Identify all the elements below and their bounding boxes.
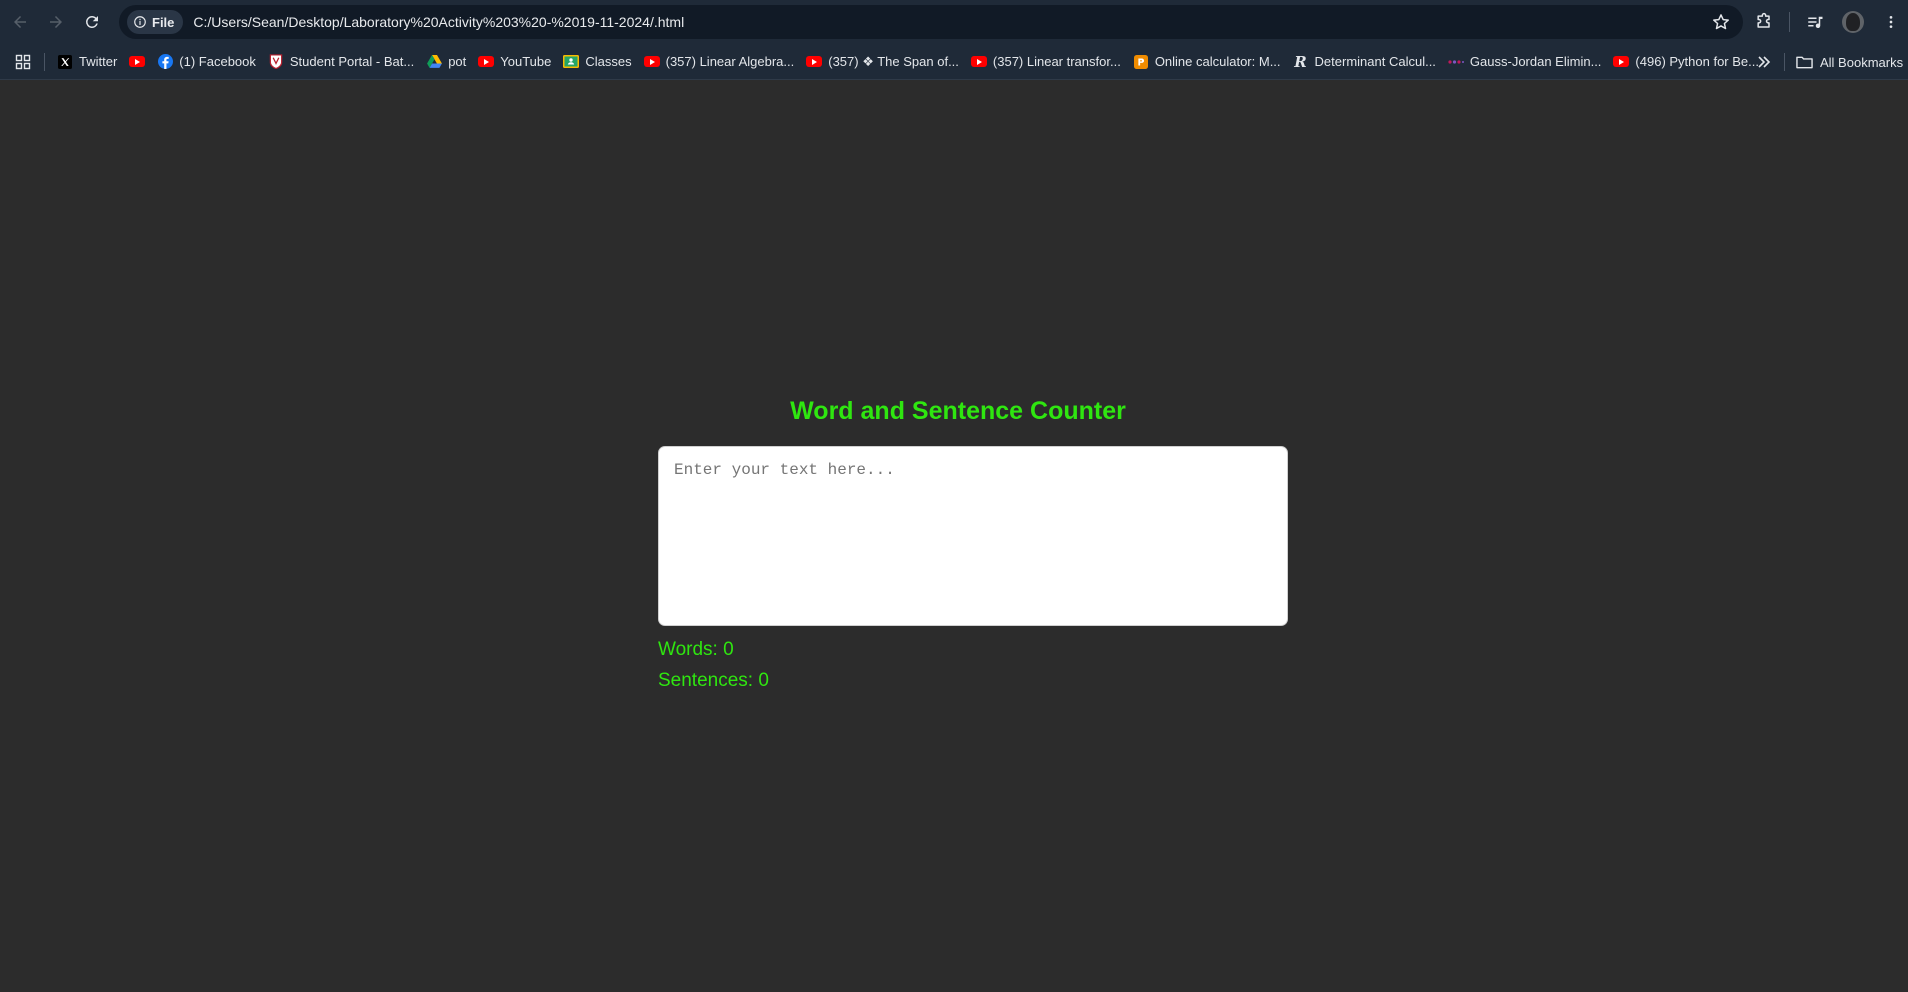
bookmark-item[interactable]: (357) ❖ The Span of... xyxy=(800,48,965,76)
bookmarks-divider xyxy=(44,52,45,71)
more-vertical-icon xyxy=(1889,16,1893,28)
youtube-icon xyxy=(478,54,495,70)
apps-grid-icon xyxy=(15,54,31,69)
page-title: Word and Sentence Counter xyxy=(790,397,1126,425)
back-button[interactable] xyxy=(2,4,38,40)
x-logo-icon xyxy=(57,54,73,70)
bookmark-item[interactable] xyxy=(123,48,151,76)
bookmark-label: (496) Python for Be... xyxy=(1635,54,1759,69)
bookmark-label: YouTube xyxy=(500,54,552,69)
text-input[interactable] xyxy=(658,446,1288,626)
reload-button[interactable] xyxy=(74,4,110,40)
word-count: Words: 0 xyxy=(658,639,734,660)
site-info-chip[interactable]: File xyxy=(127,10,184,34)
bookmark-item[interactable]: R Determinant Calcul... xyxy=(1287,48,1442,76)
google-drive-icon xyxy=(426,54,442,70)
calculator-icon xyxy=(1133,54,1149,70)
bookmark-label: Student Portal - Bat... xyxy=(289,54,415,69)
extensions-button[interactable] xyxy=(1749,7,1779,37)
menu-button[interactable] xyxy=(1876,7,1906,37)
bookmark-label: Determinant Calcul... xyxy=(1314,54,1436,69)
dots-icon xyxy=(1448,54,1464,70)
toolbar-actions xyxy=(1745,0,1908,44)
google-classroom-icon xyxy=(563,54,580,70)
folder-icon xyxy=(1796,56,1813,69)
bookmark-label: (357) Linear transfor... xyxy=(992,54,1121,69)
all-bookmarks-button[interactable]: All Bookmarks xyxy=(1796,48,1903,76)
bookmark-label: Online calculator: M... xyxy=(1154,54,1281,69)
media-controls-button[interactable] xyxy=(1800,7,1830,37)
bookmark-item[interactable]: Student Portal - Bat... xyxy=(262,48,420,76)
portal-shield-icon xyxy=(268,54,284,70)
avatar xyxy=(1842,11,1864,33)
bookmark-item[interactable]: (357) Linear Algebra... xyxy=(638,48,801,76)
site-info-label: File xyxy=(152,14,175,30)
reload-icon xyxy=(86,15,98,28)
youtube-icon xyxy=(970,54,987,70)
address-bar[interactable]: File C:/Users/Sean/Desktop/Laboratory%20… xyxy=(119,5,1743,39)
toolbar-divider xyxy=(1789,12,1790,32)
bookmarks-bar: Twitter (1) Facebook Student Portal - Ba… xyxy=(0,44,1908,80)
bookmark-item[interactable]: Online calculator: M... xyxy=(1127,48,1287,76)
bookmark-label: Twitter xyxy=(79,54,118,69)
info-icon xyxy=(134,16,146,28)
browser-toolbar: File C:/Users/Sean/Desktop/Laboratory%20… xyxy=(0,0,1908,44)
bookmark-item[interactable]: pot xyxy=(420,48,472,76)
sentence-count: Sentences: 0 xyxy=(658,670,769,691)
apps-button[interactable] xyxy=(12,51,34,73)
chevron-double-right-icon xyxy=(1758,56,1771,68)
r-logo-icon: R xyxy=(1294,52,1307,71)
url-text[interactable]: C:/Users/Sean/Desktop/Laboratory%20Activ… xyxy=(193,14,684,30)
bookmark-item[interactable]: YouTube xyxy=(472,48,557,76)
facebook-icon xyxy=(157,54,173,70)
bookmark-item[interactable]: (1) Facebook xyxy=(151,48,262,76)
arrow-left-icon xyxy=(14,16,26,28)
more-bookmarks-button[interactable] xyxy=(1752,48,1776,76)
bookmark-label: pot xyxy=(448,54,467,69)
bookmark-label: Gauss-Jordan Elimin... xyxy=(1469,54,1602,69)
puzzle-icon xyxy=(1757,12,1770,28)
profile-button[interactable] xyxy=(1838,7,1868,37)
bookmark-item[interactable]: Gauss-Jordan Elimin... xyxy=(1442,48,1608,76)
forward-button[interactable] xyxy=(38,4,74,40)
bookmark-label: (357) Linear Algebra... xyxy=(665,54,795,69)
bookmark-star-icon[interactable] xyxy=(1711,12,1731,32)
youtube-icon xyxy=(1613,54,1630,70)
bookmark-item[interactable]: Classes xyxy=(557,48,637,76)
arrow-right-icon xyxy=(50,16,62,28)
all-bookmarks-label: All Bookmarks xyxy=(1820,54,1904,70)
bookmark-label: (1) Facebook xyxy=(179,54,256,69)
media-queue-icon xyxy=(1808,16,1823,29)
bookmarks-divider xyxy=(1784,53,1785,71)
youtube-icon xyxy=(643,54,660,70)
bookmark-label: Classes xyxy=(585,54,632,69)
bookmark-label: (357) ❖ The Span of... xyxy=(828,53,959,69)
bookmark-item[interactable]: Twitter xyxy=(51,48,123,76)
youtube-icon xyxy=(129,54,146,70)
youtube-icon xyxy=(806,54,823,70)
bookmark-item[interactable]: (496) Python for Be... xyxy=(1607,48,1765,76)
bookmark-item[interactable]: (357) Linear transfor... xyxy=(965,48,1127,76)
